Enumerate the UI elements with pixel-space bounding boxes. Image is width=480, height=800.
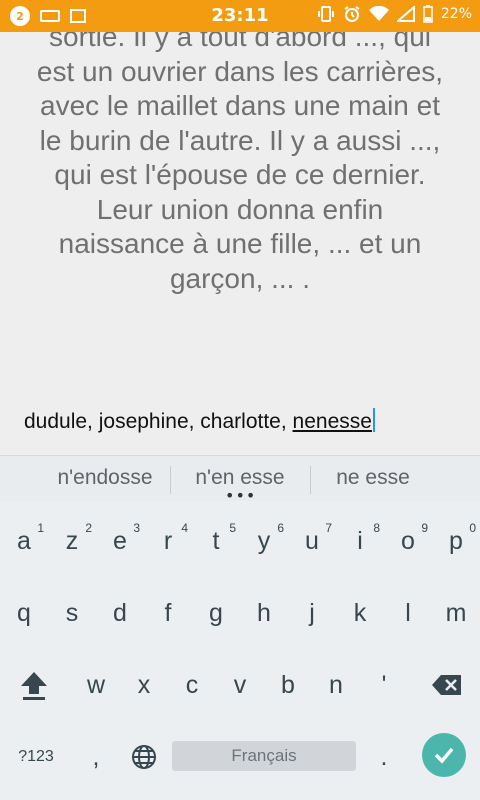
key-m[interactable]: m <box>432 583 480 643</box>
backspace-icon <box>432 675 461 695</box>
backspace-key[interactable] <box>420 655 474 715</box>
passage-line: garçon, ... . <box>169 262 311 294</box>
checkmark-icon <box>434 747 454 764</box>
key-comma[interactable]: , <box>72 727 120 787</box>
status-bar: 2 23:11 22% <box>0 0 480 32</box>
symbols-key[interactable]: ?123 <box>8 727 64 787</box>
battery-level: 22% <box>440 6 472 22</box>
key-s[interactable]: s <box>48 583 96 643</box>
passage-area: sortie. Il y a tout d'abord ..., qui est… <box>0 32 480 452</box>
key-label: i <box>357 526 363 555</box>
key-hint: 1 <box>37 521 44 535</box>
status-right-icons: 22% <box>317 5 472 23</box>
text-cursor <box>372 408 375 432</box>
key-hint: 2 <box>85 521 92 535</box>
signal-icon <box>396 6 415 22</box>
key-q[interactable]: q <box>0 583 48 643</box>
suggestion-1[interactable]: n'endosse <box>40 466 170 490</box>
key-j[interactable]: j <box>288 583 336 643</box>
key-hint: 6 <box>277 521 284 535</box>
key-label: y <box>257 526 271 555</box>
vibrate-icon <box>317 6 334 22</box>
key-hint: 3 <box>133 521 140 535</box>
answer-composing-text: nenesse <box>292 410 372 433</box>
key-label: e <box>113 526 127 555</box>
key-hint: 4 <box>181 521 188 535</box>
passage-line: le burin de l'autre. Il y a aussi ..., <box>39 124 441 156</box>
key-n[interactable]: n <box>312 655 360 715</box>
battery-icon <box>423 5 433 23</box>
alarm-icon <box>344 6 360 22</box>
key-f[interactable]: f <box>144 583 192 643</box>
answer-committed-text: dudule, josephine, charlotte, <box>24 410 293 433</box>
key-z[interactable]: z2 <box>48 511 96 571</box>
key-c[interactable]: c <box>168 655 216 715</box>
key-hint: 9 <box>421 521 428 535</box>
key-d[interactable]: d <box>96 583 144 643</box>
key-label: p <box>449 526 463 555</box>
passage-line: qui est l'épouse de ce dernier. <box>54 159 426 190</box>
shift-key[interactable] <box>10 655 58 715</box>
key-b[interactable]: b <box>264 655 312 715</box>
key-label: u <box>305 526 319 555</box>
key-t[interactable]: t5 <box>192 511 240 571</box>
key-i[interactable]: i8 <box>336 511 384 571</box>
key-k[interactable]: k <box>336 583 384 643</box>
key-label: z <box>65 526 79 555</box>
key-a[interactable]: a1 <box>0 511 48 571</box>
key-hint: 7 <box>325 521 332 535</box>
suggestion-3[interactable]: ne esse <box>312 466 434 490</box>
suggestion-strip: n'endosse n'en esse ne esse ••• <box>0 455 480 505</box>
passage-line: est un ouvrier dans les carrières, <box>36 55 444 87</box>
key-hint: 0 <box>469 521 476 535</box>
answer-input[interactable]: dudule, josephine, charlotte, nenesse <box>24 408 375 434</box>
passage-line: Leur union donna enfin <box>96 193 384 225</box>
key-g[interactable]: g <box>192 583 240 643</box>
key-label: o <box>401 526 415 555</box>
key-w[interactable]: w <box>72 655 120 715</box>
key-hint: 8 <box>373 521 380 535</box>
suggestion-divider <box>310 466 311 494</box>
wifi-icon <box>368 6 389 21</box>
passage-line: naissance à une fille, ... et un <box>58 228 422 259</box>
suggestion-divider <box>170 466 171 494</box>
key-hint: 5 <box>229 521 236 535</box>
soft-keyboard: a1 z2 e3 r4 t5 y6 u7 i8 o9 p0 q s d f g … <box>0 501 480 800</box>
key-l[interactable]: l <box>384 583 432 643</box>
key-h[interactable]: h <box>240 583 288 643</box>
passage-text: sortie. Il y a tout d'abord ..., qui est… <box>20 32 460 296</box>
key-v[interactable]: v <box>216 655 264 715</box>
key-apostrophe[interactable]: ' <box>360 655 408 715</box>
passage-line: sortie. Il y a tout d'abord ..., qui <box>49 32 431 52</box>
key-label: r <box>163 526 173 555</box>
key-x[interactable]: x <box>120 655 168 715</box>
shift-icon <box>21 672 47 700</box>
key-label: a <box>17 526 31 555</box>
enter-key[interactable] <box>422 733 466 777</box>
passage-line: avec le maillet dans une main et <box>40 90 440 121</box>
key-o[interactable]: o9 <box>384 511 432 571</box>
key-u[interactable]: u7 <box>288 511 336 571</box>
language-key[interactable] <box>120 727 168 787</box>
key-label: t <box>212 526 220 555</box>
key-e[interactable]: e3 <box>96 511 144 571</box>
key-r[interactable]: r4 <box>144 511 192 571</box>
key-y[interactable]: y6 <box>240 511 288 571</box>
key-p[interactable]: p0 <box>432 511 480 571</box>
key-period[interactable]: . <box>360 727 408 787</box>
globe-icon <box>132 745 156 769</box>
space-key[interactable]: Français <box>172 741 356 771</box>
